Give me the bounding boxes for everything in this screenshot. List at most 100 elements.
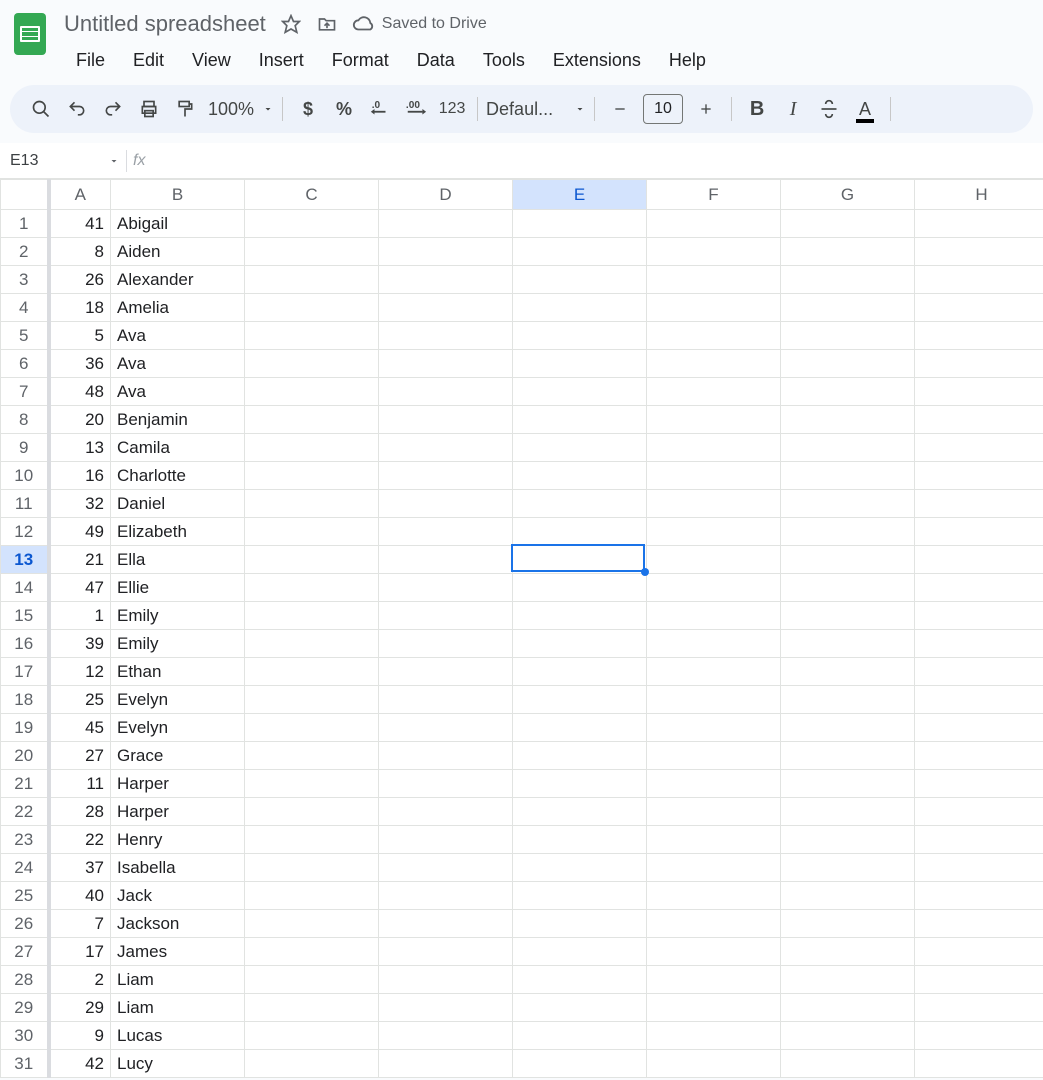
- cell[interactable]: [915, 994, 1043, 1022]
- cell[interactable]: [781, 938, 915, 966]
- column-header-H[interactable]: H: [915, 180, 1043, 210]
- increase-font-size-button[interactable]: [689, 92, 723, 126]
- cell[interactable]: 11: [49, 770, 111, 798]
- cell[interactable]: [245, 742, 379, 770]
- cell[interactable]: [379, 294, 513, 322]
- cell[interactable]: [245, 350, 379, 378]
- cell[interactable]: [245, 798, 379, 826]
- cell[interactable]: [915, 574, 1043, 602]
- cell[interactable]: [781, 742, 915, 770]
- cell[interactable]: Ella: [111, 546, 245, 574]
- cell[interactable]: Benjamin: [111, 406, 245, 434]
- cell[interactable]: Daniel: [111, 490, 245, 518]
- cell[interactable]: Aiden: [111, 238, 245, 266]
- cell[interactable]: [245, 294, 379, 322]
- menu-insert[interactable]: Insert: [247, 46, 316, 75]
- cell[interactable]: 8: [49, 238, 111, 266]
- cell[interactable]: [513, 882, 647, 910]
- row-header[interactable]: 21: [1, 770, 49, 798]
- cell[interactable]: Charlotte: [111, 462, 245, 490]
- cell[interactable]: [245, 518, 379, 546]
- cell[interactable]: [513, 322, 647, 350]
- cell[interactable]: [245, 910, 379, 938]
- cell[interactable]: [781, 826, 915, 854]
- cell[interactable]: [647, 294, 781, 322]
- cell[interactable]: 13: [49, 434, 111, 462]
- cell[interactable]: [513, 826, 647, 854]
- cell[interactable]: [781, 574, 915, 602]
- cell[interactable]: 40: [49, 882, 111, 910]
- cell[interactable]: [915, 686, 1043, 714]
- paint-format-button[interactable]: [168, 92, 202, 126]
- cell[interactable]: 32: [49, 490, 111, 518]
- cell[interactable]: [915, 1050, 1043, 1078]
- cell[interactable]: [513, 910, 647, 938]
- cell[interactable]: [379, 490, 513, 518]
- cell[interactable]: [915, 770, 1043, 798]
- cell[interactable]: [781, 658, 915, 686]
- cell[interactable]: [513, 966, 647, 994]
- cell[interactable]: [513, 350, 647, 378]
- cell[interactable]: [513, 266, 647, 294]
- cell[interactable]: [513, 490, 647, 518]
- cell[interactable]: [915, 210, 1043, 238]
- cell[interactable]: [379, 546, 513, 574]
- cell[interactable]: Ethan: [111, 658, 245, 686]
- cell[interactable]: [513, 994, 647, 1022]
- cell[interactable]: [379, 714, 513, 742]
- row-header[interactable]: 28: [1, 966, 49, 994]
- cell[interactable]: [915, 966, 1043, 994]
- cell[interactable]: [513, 434, 647, 462]
- cell[interactable]: [915, 322, 1043, 350]
- cell[interactable]: [245, 882, 379, 910]
- cell[interactable]: [781, 714, 915, 742]
- cell[interactable]: 2: [49, 966, 111, 994]
- cell[interactable]: [379, 1022, 513, 1050]
- cell[interactable]: [915, 238, 1043, 266]
- cell[interactable]: Elizabeth: [111, 518, 245, 546]
- row-header[interactable]: 16: [1, 630, 49, 658]
- column-header-G[interactable]: G: [781, 180, 915, 210]
- cell[interactable]: [647, 686, 781, 714]
- cell[interactable]: [781, 210, 915, 238]
- row-header[interactable]: 15: [1, 602, 49, 630]
- cell[interactable]: 17: [49, 938, 111, 966]
- row-header[interactable]: 13: [1, 546, 49, 574]
- cell[interactable]: Emily: [111, 630, 245, 658]
- cell[interactable]: [647, 378, 781, 406]
- cell[interactable]: 22: [49, 826, 111, 854]
- document-title[interactable]: Untitled spreadsheet: [64, 11, 266, 37]
- strikethrough-button[interactable]: [812, 92, 846, 126]
- cell[interactable]: [245, 602, 379, 630]
- cell[interactable]: [245, 686, 379, 714]
- row-header[interactable]: 31: [1, 1050, 49, 1078]
- cell[interactable]: [915, 714, 1043, 742]
- cell[interactable]: [647, 798, 781, 826]
- cell[interactable]: [379, 798, 513, 826]
- row-header[interactable]: 18: [1, 686, 49, 714]
- cell[interactable]: Emily: [111, 602, 245, 630]
- cell[interactable]: Ava: [111, 322, 245, 350]
- cell[interactable]: [781, 994, 915, 1022]
- cell[interactable]: [647, 826, 781, 854]
- row-header[interactable]: 30: [1, 1022, 49, 1050]
- cell[interactable]: [513, 574, 647, 602]
- star-icon[interactable]: [280, 13, 302, 35]
- cell[interactable]: [781, 378, 915, 406]
- cell[interactable]: [781, 1022, 915, 1050]
- cell[interactable]: [781, 462, 915, 490]
- cell[interactable]: [379, 630, 513, 658]
- cell[interactable]: [245, 546, 379, 574]
- cell[interactable]: [245, 574, 379, 602]
- cell[interactable]: [915, 658, 1043, 686]
- cell[interactable]: [647, 322, 781, 350]
- cell[interactable]: [781, 798, 915, 826]
- row-header[interactable]: 20: [1, 742, 49, 770]
- formula-input[interactable]: [151, 152, 1043, 169]
- cell[interactable]: [245, 434, 379, 462]
- row-header[interactable]: 26: [1, 910, 49, 938]
- cell[interactable]: [647, 518, 781, 546]
- cell[interactable]: [513, 658, 647, 686]
- cell[interactable]: [379, 210, 513, 238]
- cell[interactable]: 7: [49, 910, 111, 938]
